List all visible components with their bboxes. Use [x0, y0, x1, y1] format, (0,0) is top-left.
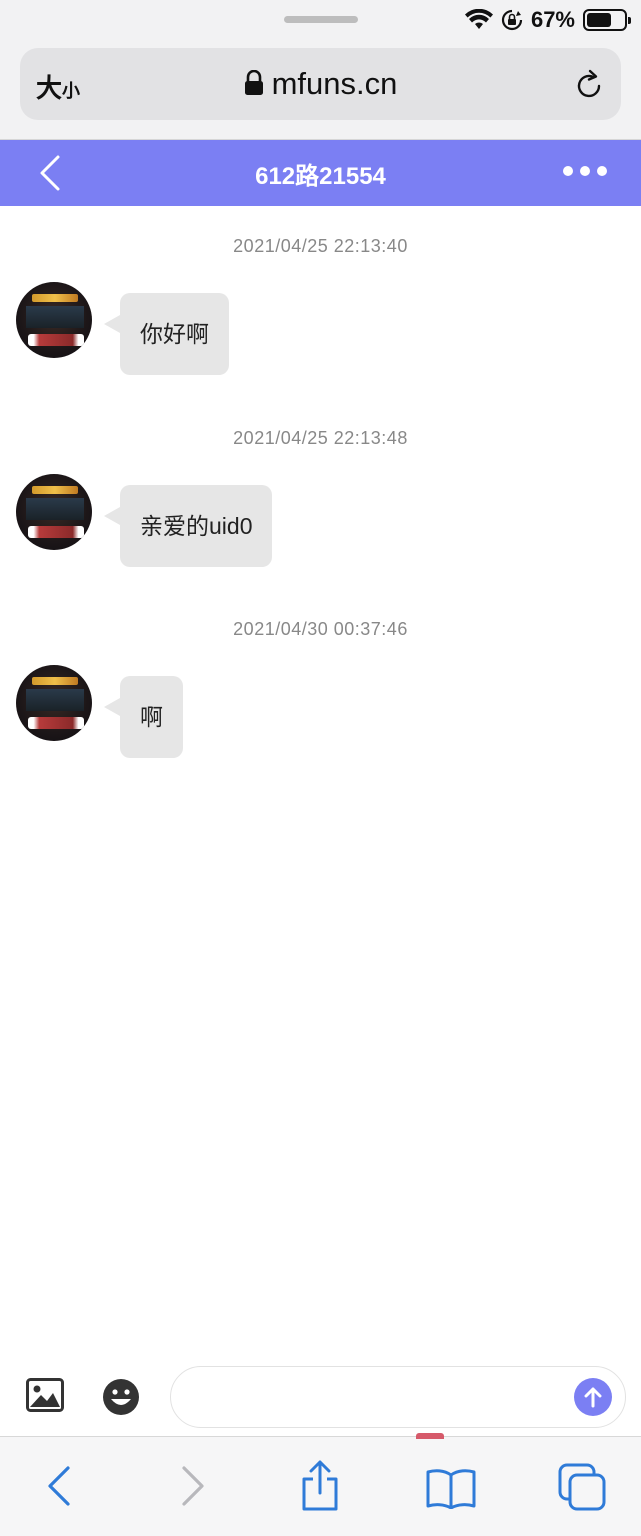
avatar-bus-bumper: [28, 526, 84, 538]
forward-arrow-icon[interactable]: [180, 1465, 206, 1507]
orientation-lock-icon: [501, 9, 523, 31]
keyboard-peek: [416, 1433, 444, 1439]
more-dot: [580, 166, 590, 176]
avatar-bus-window: [26, 306, 84, 328]
status-indicators: 67%: [464, 6, 631, 34]
avatar-bus-sign: [32, 486, 78, 494]
send-button[interactable]: [574, 1378, 612, 1416]
status-bar: 67%: [0, 0, 641, 40]
message-timestamp: 2021/04/25 22:13:40: [233, 236, 408, 256]
share-icon[interactable]: [300, 1459, 340, 1511]
address-bar[interactable]: 大小 mfuns.cn: [20, 48, 621, 120]
avatar-bus-window: [26, 689, 84, 711]
more-icon[interactable]: [563, 166, 607, 176]
message-composer: [0, 1360, 641, 1436]
message-bubble[interactable]: 啊: [104, 676, 183, 758]
wifi-icon: [464, 9, 493, 29]
more-dot: [597, 166, 607, 176]
avatar-bus-window: [26, 498, 84, 520]
battery-percent: 67%: [530, 7, 575, 32]
chat-title: 612路21554: [255, 163, 386, 190]
image-icon[interactable]: [26, 1378, 64, 1412]
avatar-bus-bumper: [28, 334, 84, 346]
battery-icon: [583, 9, 631, 31]
message-input[interactable]: [170, 1366, 626, 1428]
more-dot: [563, 166, 573, 176]
message-timestamp: 2021/04/25 22:13:48: [233, 428, 408, 448]
reload-icon[interactable]: [573, 68, 605, 102]
battery-level: [587, 13, 612, 27]
message-bubble[interactable]: 你好啊: [104, 293, 229, 375]
back-arrow-icon[interactable]: [46, 1465, 72, 1507]
notch-indicator: [284, 16, 358, 23]
url-text: mfuns.cn: [271, 66, 398, 101]
bookmarks-icon[interactable]: [426, 1467, 476, 1509]
lock-icon: [244, 70, 263, 95]
avatar-bus-sign: [32, 677, 78, 685]
avatar[interactable]: [16, 282, 92, 358]
chat-header: 612路21554: [0, 140, 641, 206]
browser-toolbar: [0, 1433, 641, 1536]
avatar[interactable]: [16, 474, 92, 550]
browser-address-area: 大小 mfuns.cn: [0, 40, 641, 140]
url-field[interactable]: mfuns.cn: [20, 66, 621, 102]
emoji-icon[interactable]: [102, 1378, 140, 1416]
message-bubble[interactable]: 亲爱的uid0: [103, 485, 273, 567]
avatar-bus-bumper: [28, 717, 84, 729]
avatar[interactable]: [16, 665, 92, 741]
tabs-icon[interactable]: [558, 1463, 606, 1511]
message-timestamp: 2021/04/30 00:37:46: [233, 619, 408, 639]
send-arrow-icon: [584, 1387, 602, 1408]
avatar-bus-sign: [32, 294, 78, 302]
